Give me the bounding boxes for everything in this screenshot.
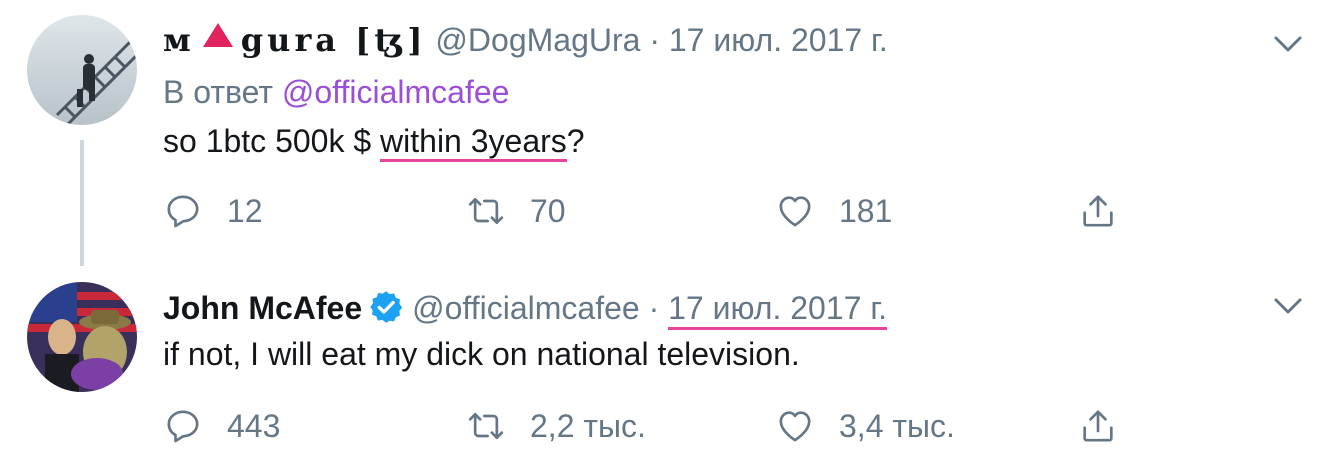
heart-icon <box>779 411 811 442</box>
thread-connector <box>80 140 84 266</box>
tweet-text-plain: so 1btc 500k $ <box>163 123 381 159</box>
chevron-down-icon[interactable] <box>1270 288 1306 324</box>
like-button[interactable]: 181 <box>775 187 892 235</box>
share-button[interactable] <box>1078 187 1142 235</box>
share-icon <box>1083 410 1113 442</box>
avatar[interactable] <box>27 15 137 125</box>
reply-icon <box>167 410 199 443</box>
tweet-dogmagura[interactable]: м gura [ꜩ] @DogMagUra · 17 июл. 2017 г. В… <box>0 0 1330 270</box>
tweet-text-suffix: ? <box>566 123 585 159</box>
retweet-icon <box>468 413 504 439</box>
action-bar: 12 70 181 <box>163 187 1123 235</box>
reply-icon <box>167 195 199 228</box>
retweet-icon <box>468 198 504 224</box>
retweet-count: 70 <box>530 192 566 229</box>
tweet-date[interactable]: 17 июл. 2017 г. <box>668 290 887 330</box>
tweet-text: so 1btc 500k $ within 3years? <box>163 121 585 162</box>
reply-button[interactable]: 12 <box>163 187 263 235</box>
reply-button[interactable]: 443 <box>163 402 280 450</box>
display-name[interactable]: м gura [ꜩ] <box>163 21 427 59</box>
reply-context: В ответ @officialmcafee <box>163 72 509 112</box>
user-handle[interactable]: @DogMagUra <box>435 22 640 58</box>
avatar[interactable] <box>27 282 137 392</box>
verified-badge-icon <box>370 291 403 323</box>
share-button[interactable] <box>1078 402 1142 450</box>
triangle-emoji-icon <box>202 23 233 47</box>
separator: · <box>649 22 660 58</box>
retweet-button[interactable]: 70 <box>466 187 566 235</box>
action-bar: 443 2,2 тыс. 3,4 тыс. <box>163 402 1123 450</box>
tweet-date[interactable]: 17 июл. 2017 г. <box>669 22 888 58</box>
share-icon <box>1083 195 1113 227</box>
like-count: 3,4 тыс. <box>839 407 955 444</box>
chevron-down-icon[interactable] <box>1270 26 1306 62</box>
display-name[interactable]: John McAfee <box>163 290 362 326</box>
tweet-text: if not, I will eat my dick on national t… <box>163 336 800 372</box>
reply-count: 443 <box>227 407 281 444</box>
reply-mention-link[interactable]: @officialmcafee <box>282 74 510 110</box>
retweet-count: 2,2 тыс. <box>530 407 646 444</box>
user-handle[interactable]: @officialmcafee <box>412 290 640 326</box>
reply-prefix: В ответ <box>163 74 274 110</box>
separator: · <box>648 290 660 326</box>
retweet-button[interactable]: 2,2 тыс. <box>466 402 646 450</box>
reply-count: 12 <box>227 192 263 229</box>
tweet-officialmcafee[interactable]: John McAfee @officialmcafee · 17 июл. 201… <box>0 270 1330 469</box>
tweet-text-underlined: within 3years <box>380 123 567 162</box>
tweet-header: John McAfee @officialmcafee · 17 июл. 201… <box>163 288 887 330</box>
like-count: 181 <box>839 192 893 229</box>
heart-icon <box>779 196 811 227</box>
like-button[interactable]: 3,4 тыс. <box>775 402 955 450</box>
tweet-header: м gura [ꜩ] @DogMagUra · 17 июл. 2017 г. <box>163 20 888 60</box>
